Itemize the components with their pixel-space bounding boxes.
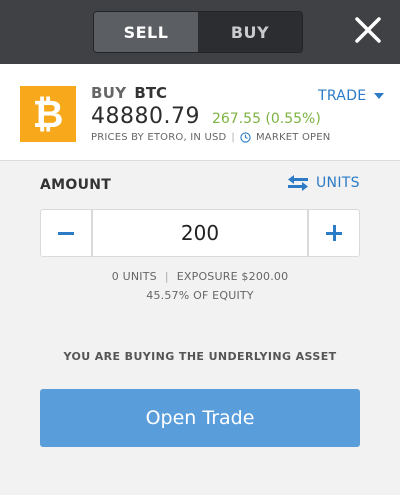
exposure-info: EXPOSURE $200.00 bbox=[176, 270, 289, 283]
instrument-symbol: BTC bbox=[134, 84, 168, 102]
amount-input[interactable]: 200 bbox=[92, 209, 308, 257]
units-toggle-label: UNITS bbox=[316, 175, 360, 191]
minus-icon bbox=[58, 231, 74, 235]
tab-buy[interactable]: BUY bbox=[198, 12, 302, 52]
equity-info: 45.57% OF EQUITY bbox=[146, 289, 254, 302]
close-icon[interactable] bbox=[352, 14, 384, 46]
trade-dropdown[interactable]: TRADE bbox=[318, 88, 385, 104]
underlying-asset-notice: YOU ARE BUYING THE UNDERLYING ASSET bbox=[63, 350, 337, 363]
price-change: 267.55 (0.55%) bbox=[211, 111, 321, 127]
chevron-down-icon bbox=[374, 93, 385, 99]
sell-buy-toggle: SELL BUY bbox=[93, 11, 303, 53]
current-price: 48880.79 bbox=[91, 104, 200, 129]
top-bar: SELL BUY bbox=[0, 0, 400, 64]
plus-icon bbox=[326, 225, 342, 241]
units-toggle[interactable]: UNITS bbox=[288, 175, 360, 191]
market-status: MARKET OPEN bbox=[255, 132, 331, 143]
open-trade-button[interactable]: Open Trade bbox=[40, 389, 360, 447]
tab-sell[interactable]: SELL bbox=[94, 12, 198, 52]
amount-label: AMOUNT bbox=[40, 177, 112, 193]
units-info: 0 UNITS bbox=[111, 270, 157, 283]
instrument-header: ₿ BUY BTC 48880.79 267.55 (0.55%) PRICES… bbox=[0, 64, 400, 161]
trade-dropdown-label: TRADE bbox=[318, 88, 367, 104]
meta-separator: | bbox=[231, 132, 235, 143]
info-divider: | bbox=[164, 270, 169, 283]
price-row: 48880.79 267.55 (0.55%) bbox=[91, 104, 321, 129]
decrement-button[interactable] bbox=[40, 209, 92, 257]
swap-icon bbox=[288, 175, 308, 191]
amount-stepper: 200 bbox=[40, 209, 360, 257]
increment-button[interactable] bbox=[308, 209, 360, 257]
bitcoin-logo-icon: ₿ bbox=[20, 86, 76, 142]
clock-icon bbox=[240, 132, 251, 143]
instrument-title: BUY BTC bbox=[91, 84, 167, 102]
price-meta: PRICES BY ETORO, IN USD | MARKET OPEN bbox=[91, 132, 330, 143]
amount-info: 0 UNITS | EXPOSURE $200.00 bbox=[0, 270, 400, 283]
price-source: PRICES BY ETORO, IN USD bbox=[91, 132, 227, 143]
trade-direction-label: BUY bbox=[91, 84, 127, 102]
